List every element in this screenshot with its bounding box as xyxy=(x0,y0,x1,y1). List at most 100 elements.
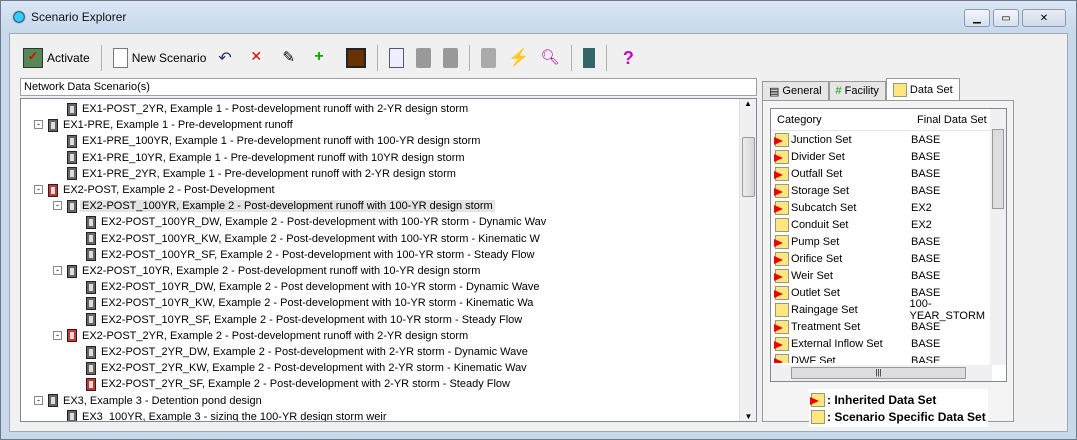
category-cell: Outlet Set xyxy=(791,286,840,299)
tree-item[interactable]: EX1-PRE_100YR, Example 1 - Pre-developme… xyxy=(67,133,482,149)
list-horizontal-scrollbar[interactable]: ||| xyxy=(771,365,992,381)
inherited-data-set-icon xyxy=(774,132,789,147)
tree-item-label: EX2-POST_10YR, Example 2 - Post-developm… xyxy=(82,265,481,277)
column-category[interactable]: Category xyxy=(771,114,911,126)
list-item[interactable]: Pump Set BASE xyxy=(771,233,1006,250)
collapse-toggle[interactable]: - xyxy=(34,395,43,405)
scrollbar-thumb[interactable]: ||| xyxy=(791,367,966,379)
scroll-down-arrow[interactable]: ▼ xyxy=(740,412,756,421)
tree-item[interactable]: - EX1-PRE, Example 1 - Pre-development ru… xyxy=(34,117,295,133)
list-item[interactable]: Raingage Set 100-YEAR_STORM xyxy=(771,298,1006,322)
general-icon: ▤ xyxy=(769,85,780,98)
list-item[interactable]: Subcatch Set EX2 xyxy=(771,199,1006,216)
tree-item[interactable]: EX2-POST_10YR_KW, Example 2 - Post-devel… xyxy=(86,295,535,311)
collapse-toggle[interactable]: - xyxy=(34,185,43,194)
activate-icon: ✓ xyxy=(23,48,43,68)
delete-button[interactable]: ✕ xyxy=(245,45,275,71)
data-set-list[interactable]: Category Final Data Set Junction Set BASE… xyxy=(770,108,1007,382)
scenario-tree[interactable]: ▲ ▼ EX1-POST_2YR, Example 1 - Post-devel… xyxy=(20,98,757,422)
tree-item-label: EX2-POST, Example 2 - Post-Development xyxy=(63,184,275,196)
help-icon: ? xyxy=(622,48,634,68)
scenario-specific-data-set-icon xyxy=(775,217,789,232)
tree-item[interactable]: EX2-POST_100YR_SF, Example 2 - Post-deve… xyxy=(86,247,536,263)
tree-item[interactable]: - EX2-POST_2YR, Example 2 - Post-developm… xyxy=(53,328,470,344)
data-set-icon xyxy=(892,82,907,97)
tree-item[interactable]: EX1-PRE_2YR, Example 1 - Pre-development… xyxy=(67,166,458,182)
collapse-toggle[interactable]: - xyxy=(34,120,43,130)
tree-item[interactable]: EX2-POST_100YR_KW, Example 2 - Post-deve… xyxy=(86,231,542,247)
list-item[interactable]: Junction Set BASE xyxy=(771,131,1006,148)
scrollbar-thumb[interactable] xyxy=(742,137,755,197)
tree-item-label: EX2-POST_100YR, Example 2 - Post-develop… xyxy=(80,200,495,213)
tree-item[interactable]: EX2-POST_2YR_DW, Example 2 - Post-develo… xyxy=(86,344,530,360)
tree-item[interactable]: EX2-POST_100YR_DW, Example 2 - Post-deve… xyxy=(86,214,548,230)
list-item[interactable]: External Inflow Set BASE xyxy=(771,335,1006,352)
edit-button[interactable]: ✎ xyxy=(277,45,307,71)
final-data-set-cell: BASE xyxy=(911,252,941,265)
save-button[interactable] xyxy=(341,45,371,71)
list-item[interactable]: Divider Set BASE xyxy=(771,148,1006,165)
inherited-data-set-icon xyxy=(774,251,789,266)
paste-button[interactable] xyxy=(411,45,436,71)
tab-data-set[interactable]: Data Set xyxy=(885,78,960,100)
tree-item[interactable]: EX3_100YR, Example 3 - sizing the 100-YR… xyxy=(67,409,388,421)
tree-item[interactable]: - EX2-POST_100YR, Example 2 - Post-develo… xyxy=(53,198,495,214)
compare-button[interactable] xyxy=(476,45,501,71)
tree-item[interactable]: EX2-POST_10YR_DW, Example 2 - Post devel… xyxy=(86,279,542,295)
list-item[interactable]: Weir Set BASE xyxy=(771,267,1006,284)
compare-icon xyxy=(481,48,497,68)
tree-item[interactable]: - EX2-POST, Example 2 - Post-Development xyxy=(34,182,277,198)
undo-button[interactable]: ↶ xyxy=(213,45,243,71)
list-vertical-scrollbar[interactable] xyxy=(990,109,1006,365)
inspect-button[interactable]: 🔍︎ xyxy=(535,45,565,71)
toolbar-separator xyxy=(100,45,102,71)
maximize-button[interactable]: ▭ xyxy=(993,9,1019,27)
toolbar-separator xyxy=(606,45,608,71)
tree-item[interactable]: - EX3, Example 3 - Detention pond design xyxy=(34,393,264,409)
exit-button[interactable] xyxy=(578,45,600,71)
column-final-data-set[interactable]: Final Data Set xyxy=(911,114,987,126)
list-item[interactable]: Outfall Set BASE xyxy=(771,165,1006,182)
inherited-data-set-icon xyxy=(774,200,789,215)
tab-general[interactable]: ▤ General xyxy=(762,81,829,100)
run-button[interactable]: ⚡ xyxy=(503,45,533,71)
add-child-button[interactable]: + xyxy=(309,45,339,71)
properties-panel: ▤ General # Facility Data Set Category Fin… xyxy=(762,78,1014,427)
inherited-data-set-icon xyxy=(774,268,789,283)
list-item[interactable]: Storage Set BASE xyxy=(771,182,1006,199)
activate-button[interactable]: ✓ Activate xyxy=(18,45,95,71)
tree-item[interactable]: - EX2-POST_10YR, Example 2 - Post-develop… xyxy=(53,263,482,279)
scroll-up-arrow[interactable]: ▲ xyxy=(740,99,756,108)
category-cell: Pump Set xyxy=(791,235,840,248)
help-button[interactable]: ? xyxy=(613,45,643,71)
tab-label: General xyxy=(782,85,822,97)
new-scenario-button[interactable]: New Scenario xyxy=(108,45,212,71)
list-item[interactable]: Conduit Set EX2 xyxy=(771,216,1006,233)
tree-item[interactable]: EX2-POST_2YR_SF, Example 2 - Post-develo… xyxy=(86,376,512,392)
category-cell: External Inflow Set xyxy=(791,337,883,350)
minimize-button[interactable]: ▁ xyxy=(964,9,990,27)
tree-item[interactable]: EX2-POST_2YR_KW, Example 2 - Post-develo… xyxy=(86,360,529,376)
tree-item[interactable]: EX1-PRE_10YR, Example 1 - Pre-developmen… xyxy=(67,150,467,166)
scenario-icon xyxy=(67,199,77,213)
collapse-toggle[interactable]: - xyxy=(53,201,62,211)
close-button[interactable]: ✕ xyxy=(1022,9,1066,27)
collapse-toggle[interactable]: - xyxy=(53,330,62,340)
tree-item-label: EX2-POST_10YR_KW, Example 2 - Post-devel… xyxy=(101,297,534,310)
tree-item[interactable]: EX2-POST_10YR_SF, Example 2 - Post-devel… xyxy=(86,312,524,328)
collapse-toggle[interactable]: - xyxy=(53,266,62,275)
paste-special-button[interactable] xyxy=(438,45,463,71)
list-item[interactable]: Orifice Set BASE xyxy=(771,250,1006,267)
scrollbar-thumb[interactable] xyxy=(992,129,1004,209)
tree-vertical-scrollbar[interactable]: ▲ ▼ xyxy=(739,99,756,421)
list-item[interactable]: DWF Set BASE xyxy=(771,352,1006,363)
copy-button[interactable] xyxy=(384,45,409,71)
legend-specific: : Scenario Specific Data Set xyxy=(827,409,986,424)
tree-item[interactable]: EX1-POST_2YR, Example 1 - Post-developme… xyxy=(67,101,470,117)
scenario-explorer-icon xyxy=(11,9,27,25)
toolbar-separator xyxy=(571,45,573,71)
tab-facility[interactable]: # Facility xyxy=(828,81,886,100)
category-cell: Subcatch Set xyxy=(791,201,857,214)
facility-icon: # xyxy=(835,85,842,97)
scenario-icon xyxy=(86,345,96,359)
